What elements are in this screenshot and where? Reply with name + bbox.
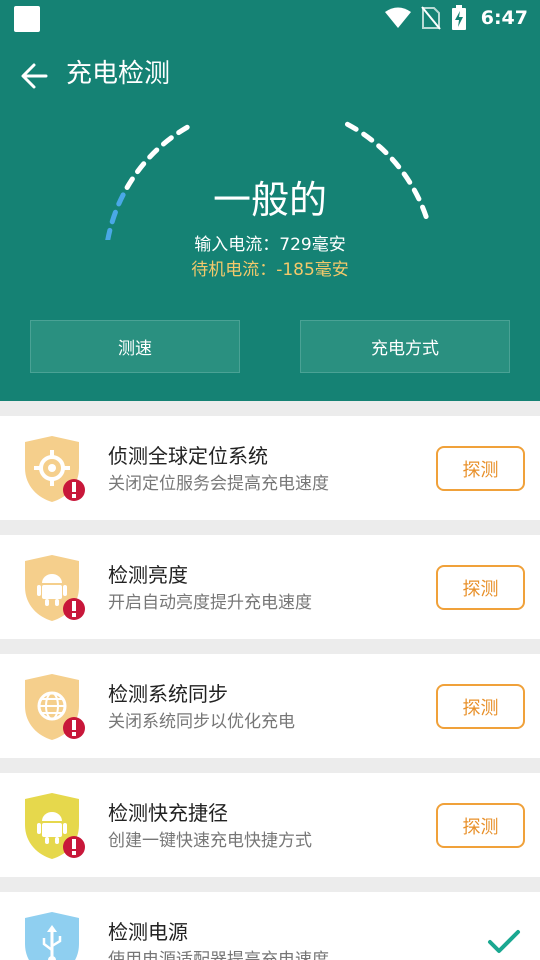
item-title: 检测系统同步 bbox=[108, 682, 228, 706]
probe-button[interactable]: 探测 bbox=[436, 684, 525, 729]
item-description: 关闭系统同步以优化充电 bbox=[108, 712, 295, 732]
item-title: 检测快充捷径 bbox=[108, 801, 228, 825]
status-icons: 6:47 bbox=[384, 4, 528, 32]
item-title: 检测亮度 bbox=[108, 563, 188, 587]
speed-test-button[interactable]: 测速 bbox=[30, 320, 240, 373]
checkmark-icon bbox=[488, 930, 520, 953]
item-title: 侦测全球定位系统 bbox=[108, 444, 268, 468]
clock: 6:47 bbox=[480, 7, 528, 29]
charging-status: 一般的 bbox=[212, 178, 327, 222]
back-button[interactable] bbox=[14, 56, 54, 96]
item-description: 创建一键快速充电快捷方式 bbox=[108, 831, 312, 851]
status-bar: 6:47 bbox=[0, 0, 540, 36]
android-shield-icon bbox=[25, 793, 85, 859]
android-shield-icon bbox=[25, 555, 85, 621]
probe-button[interactable]: 探测 bbox=[436, 803, 525, 848]
list-item-sync: 检测系统同步 关闭系统同步以优化充电 探测 bbox=[0, 654, 540, 758]
arrow-left-icon bbox=[21, 63, 48, 89]
list-item-fast-charge: 检测快充捷径 创建一键快速充电快捷方式 探测 bbox=[0, 773, 540, 877]
usb-shield-icon bbox=[25, 912, 79, 960]
probe-button[interactable]: 探测 bbox=[436, 565, 525, 610]
header-panel: 6:47 充电检测 一般的 输入电流：729毫安 待机电流：-185毫安 测速 … bbox=[0, 0, 540, 401]
item-description: 开启自动亮度提升充电速度 bbox=[108, 593, 312, 613]
list-item-power: 检测电源 使用电源适配器提高充电速度 bbox=[0, 892, 540, 960]
page-title: 充电检测 bbox=[66, 59, 171, 89]
battery-charging-icon bbox=[451, 5, 466, 30]
item-title: 检测电源 bbox=[108, 920, 188, 944]
standby-current: 待机电流：-185毫安 bbox=[191, 260, 349, 280]
wifi-icon bbox=[384, 7, 411, 28]
globe-shield-icon bbox=[25, 674, 85, 740]
list-item-brightness: 检测亮度 开启自动亮度提升充电速度 探测 bbox=[0, 535, 540, 639]
probe-button[interactable]: 探测 bbox=[436, 446, 525, 491]
item-description: 使用电源适配器提高充电速度 bbox=[108, 950, 329, 960]
app-bar: 充电检测 bbox=[0, 50, 540, 98]
charging-mode-button[interactable]: 充电方式 bbox=[300, 320, 510, 373]
item-description: 关闭定位服务会提高充电速度 bbox=[108, 474, 329, 494]
list-item-gps: 侦测全球定位系统 关闭定位服务会提高充电速度 探测 bbox=[0, 416, 540, 520]
location-shield-icon bbox=[25, 436, 85, 502]
notification-icon bbox=[14, 6, 40, 32]
no-sim-icon bbox=[420, 6, 441, 30]
input-current: 输入电流：729毫安 bbox=[194, 235, 346, 255]
